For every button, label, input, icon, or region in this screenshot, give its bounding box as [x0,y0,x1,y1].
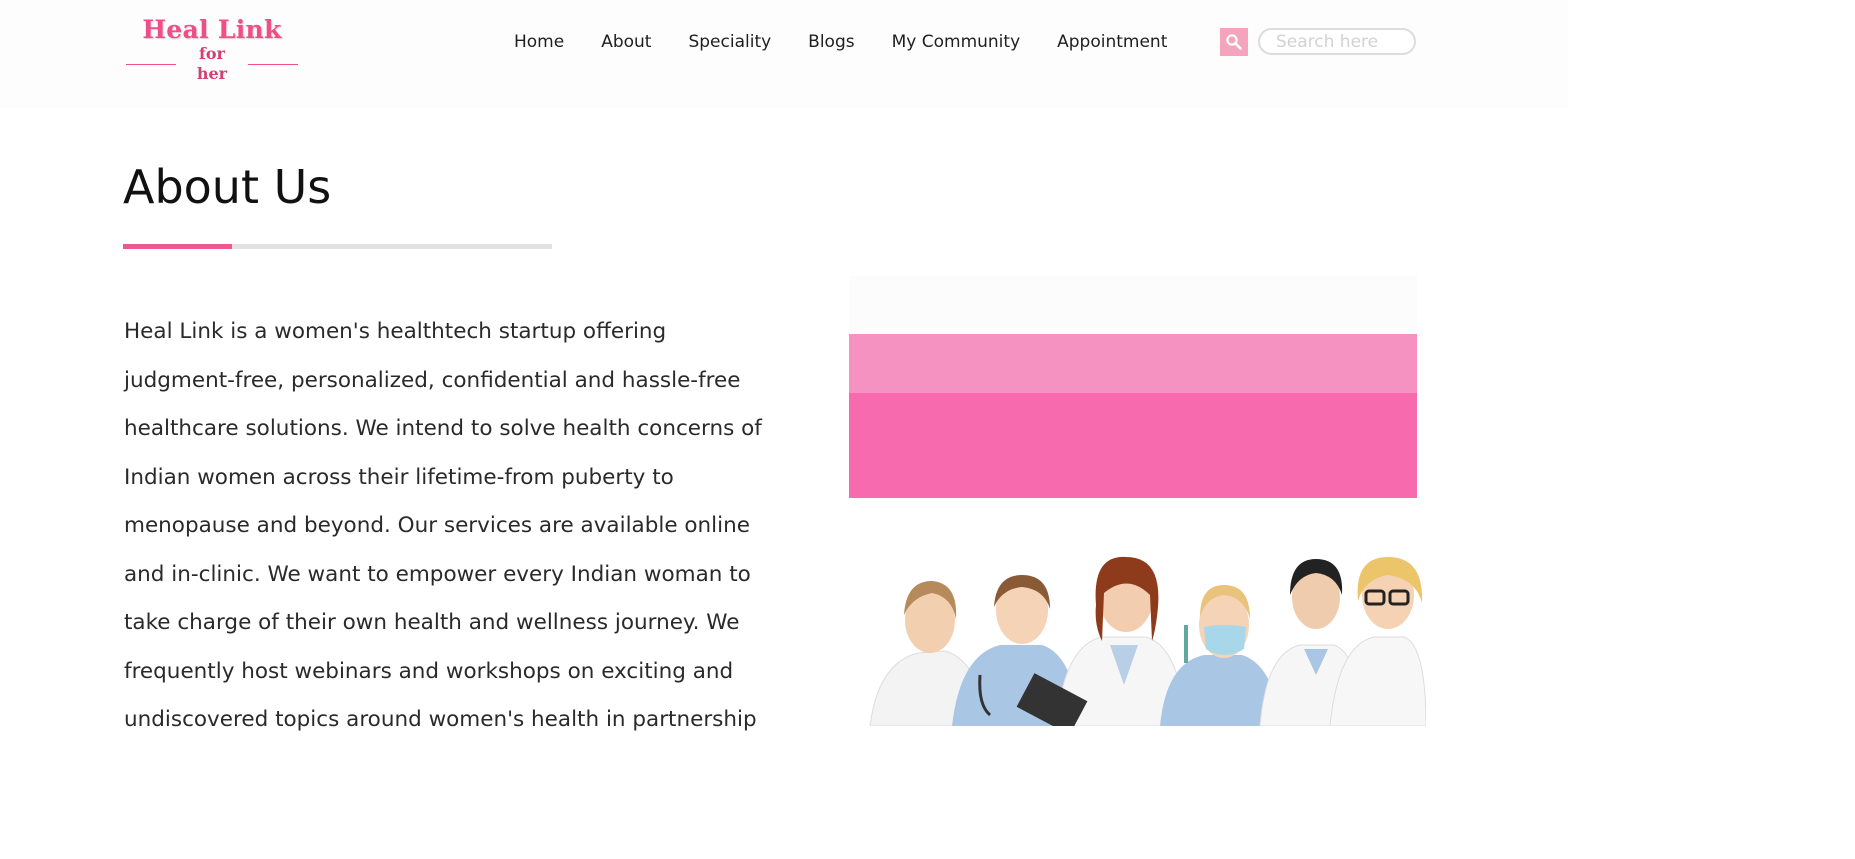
doctor-figure [1016,556,1187,726]
search-button[interactable] [1220,28,1248,56]
search-input[interactable] [1258,28,1416,55]
doctor-figure [1329,557,1426,726]
nav-item-home[interactable]: Home [514,30,564,54]
title-underline [123,244,552,249]
nav-item-my-community[interactable]: My Community [892,30,1021,54]
logo-divider-right [248,63,298,65]
title-underline-accent [123,244,232,249]
banner-stripe-bottom [849,393,1417,498]
logo-title: Heal Link [142,15,282,44]
doctor-figure [1160,585,1280,726]
banner-stripe-top [849,276,1417,334]
search-icon [1226,34,1242,50]
page-title: About Us [123,160,332,214]
nav-item-about[interactable]: About [601,30,651,54]
logo-divider-left [126,63,176,65]
logo[interactable]: Heal Link for her [126,14,298,83]
logo-subtitle: for her [196,44,228,83]
logo-subtitle-row: for her [126,44,298,84]
main-nav: Home About Speciality Blogs My Community… [514,30,1204,54]
nav-item-appointment[interactable]: Appointment [1057,30,1167,54]
about-description: Heal Link is a women's healthtech startu… [124,319,762,732]
nav-item-speciality[interactable]: Speciality [688,30,771,54]
doctors-team-image [860,545,1426,726]
site-header: Heal Link for her Home About Speciality … [0,0,1568,108]
nav-item-blogs[interactable]: Blogs [808,30,854,54]
banner-stripe-middle [849,334,1417,393]
